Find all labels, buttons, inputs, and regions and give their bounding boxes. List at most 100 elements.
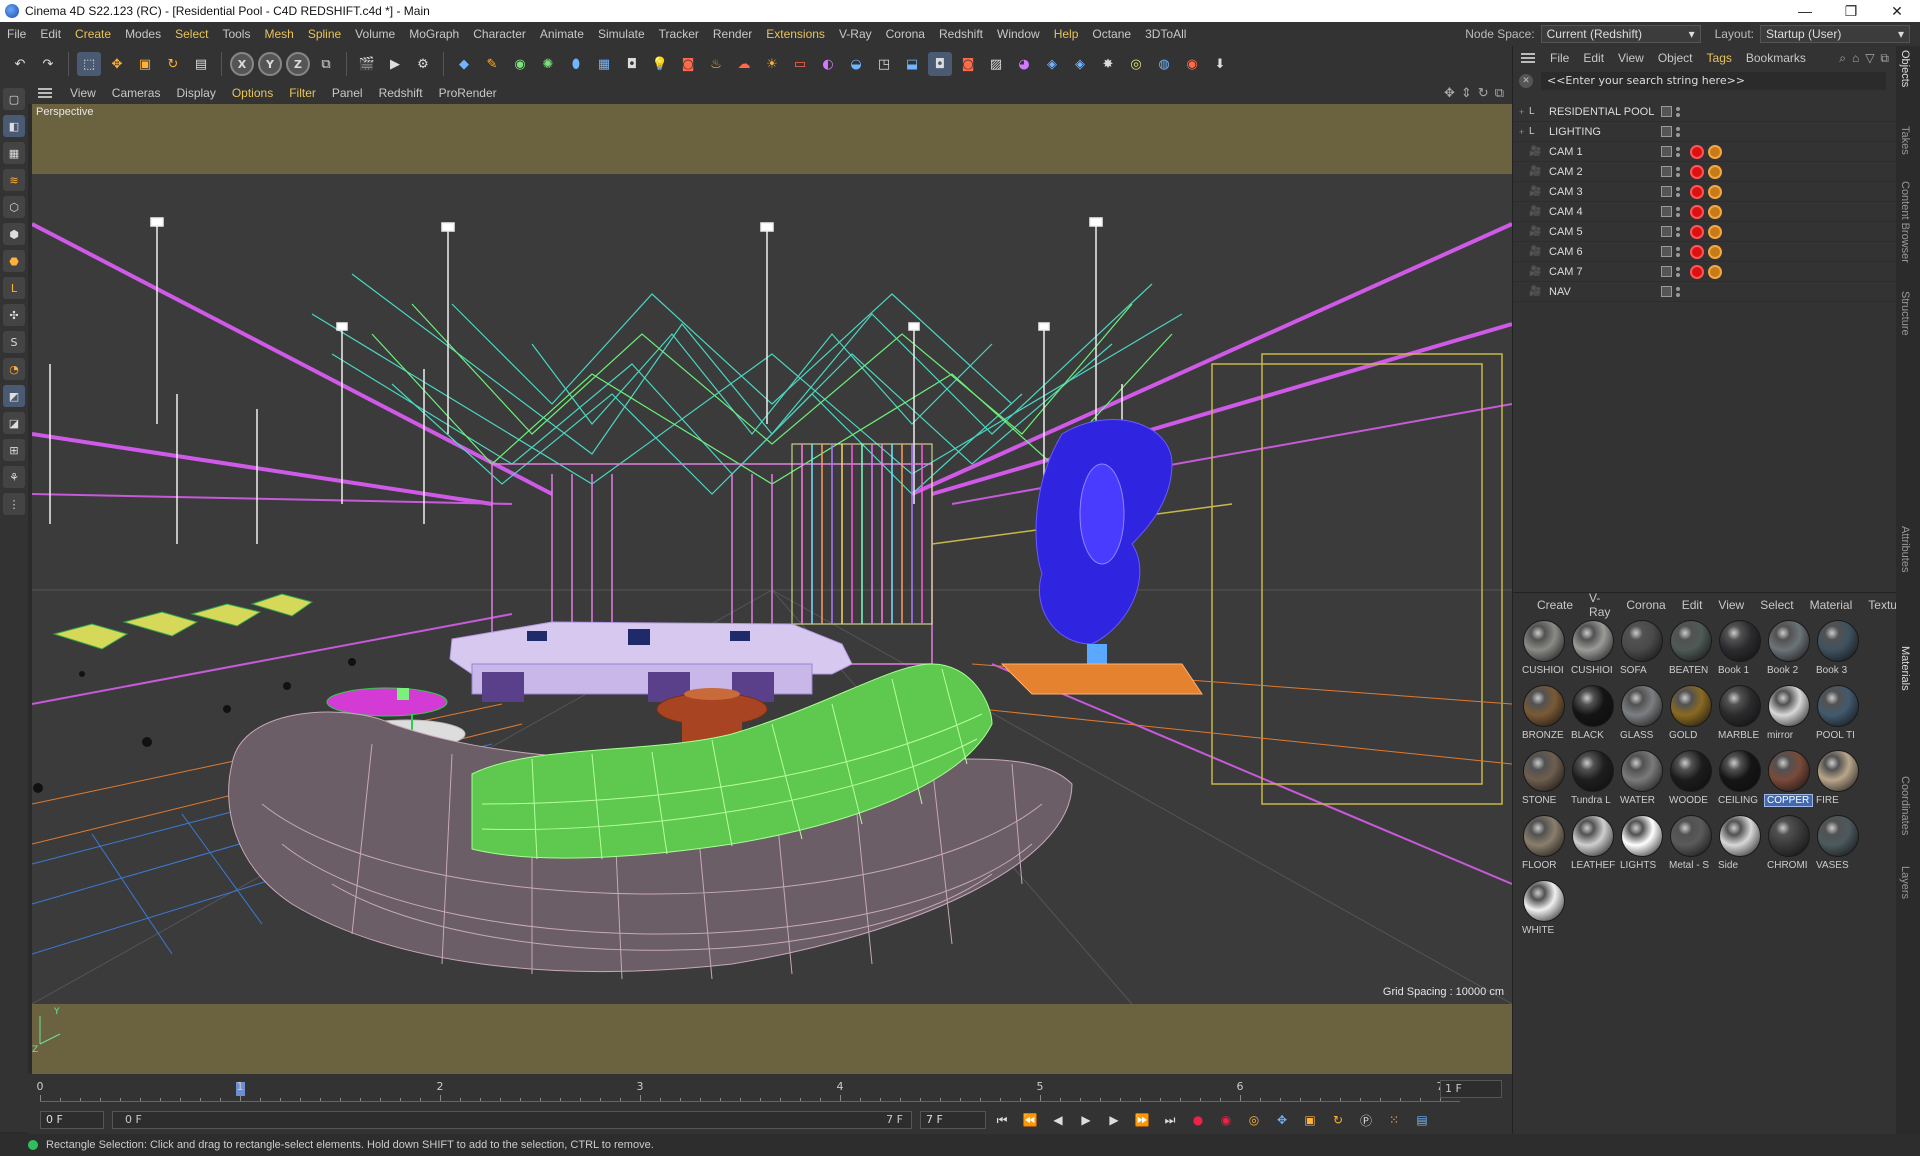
visibility-dots-icon[interactable] <box>1676 126 1682 137</box>
protection-tag-icon[interactable] <box>1708 164 1722 179</box>
mm-menu-create[interactable]: Create <box>1529 598 1581 612</box>
rig-icon[interactable]: ⋮ <box>3 493 25 515</box>
octane-render-icon[interactable]: ◎ <box>1124 52 1148 76</box>
material-swatch[interactable]: POOL TI <box>1813 683 1862 748</box>
side-tab-layers[interactable]: Layers <box>1899 866 1911 899</box>
octane-material-icon[interactable]: ✸ <box>1096 52 1120 76</box>
object-row[interactable]: 🎥 CAM 5 <box>1513 222 1897 242</box>
om-menu-tags[interactable]: Tags <box>1700 51 1739 65</box>
visibility-dots-icon[interactable] <box>1676 186 1682 197</box>
material-swatch[interactable]: CEILING <box>1715 748 1764 813</box>
material-swatch[interactable]: CUSHIOI <box>1519 618 1568 683</box>
object-name[interactable]: LIGHTING <box>1549 126 1659 138</box>
y-axis-lock-icon[interactable]: Y <box>258 52 282 76</box>
next-frame-icon[interactable]: ▶ <box>1102 1109 1126 1131</box>
layer-checkbox[interactable] <box>1661 286 1672 297</box>
menu-window[interactable]: Window <box>990 27 1047 41</box>
side-tab-content-browser[interactable]: Content Browser <box>1899 181 1911 263</box>
redshift-area-light-icon[interactable]: ▭ <box>788 52 812 76</box>
material-swatch[interactable]: BLACK <box>1568 683 1617 748</box>
next-key-icon[interactable]: ⏩ <box>1130 1109 1154 1131</box>
redshift-snapshot-icon[interactable]: ◙ <box>956 52 980 76</box>
redshift-sun-icon[interactable]: ☀ <box>760 52 784 76</box>
object-row[interactable]: + L RESIDENTIAL POOL <box>1513 102 1897 122</box>
move-tool-icon[interactable]: ✥ <box>105 52 129 76</box>
side-tab-attributes[interactable]: Attributes <box>1899 526 1911 572</box>
octane-settings-icon[interactable]: ◈ <box>1068 52 1092 76</box>
visibility-dots-icon[interactable] <box>1676 166 1682 177</box>
material-swatch[interactable]: SOFA <box>1617 618 1666 683</box>
workplane-icon[interactable]: ≋ <box>3 169 25 191</box>
object-name[interactable]: CAM 5 <box>1549 226 1659 238</box>
tweak-mode-icon[interactable]: ✣ <box>3 304 25 326</box>
end-frame-field[interactable]: 7 F <box>920 1111 986 1129</box>
home-icon[interactable]: ⌂ <box>1852 51 1859 66</box>
material-swatch[interactable]: COPPER <box>1764 748 1813 813</box>
layer-checkbox[interactable] <box>1661 186 1672 197</box>
object-name[interactable]: NAV <box>1549 286 1659 298</box>
viewport-menu-filter[interactable]: Filter <box>281 86 324 100</box>
material-swatch[interactable]: Side <box>1715 813 1764 878</box>
material-swatch[interactable]: LEATHEF <box>1568 813 1617 878</box>
solo-icon[interactable]: ◪ <box>3 412 25 434</box>
viewport-menu-prorender[interactable]: ProRender <box>431 86 505 100</box>
menu-tracker[interactable]: Tracker <box>652 27 706 41</box>
corona-render-icon[interactable]: ◉ <box>1180 52 1204 76</box>
object-row[interactable]: 🎥 CAM 1 <box>1513 142 1897 162</box>
viewport-menu-display[interactable]: Display <box>168 86 223 100</box>
key-parameter-icon[interactable]: Ⓟ <box>1354 1109 1378 1131</box>
material-swatch[interactable]: LIGHTS <box>1617 813 1666 878</box>
paint-icon[interactable]: ◔ <box>3 358 25 380</box>
layer-checkbox[interactable] <box>1661 166 1672 177</box>
object-name[interactable]: CAM 7 <box>1549 266 1659 278</box>
new-view-icon[interactable]: ⧉ <box>1880 51 1889 66</box>
om-menu-view[interactable]: View <box>1611 51 1651 65</box>
close-button[interactable]: ✕ <box>1874 3 1920 20</box>
timeline[interactable]: 01234567 1 F <box>28 1074 1512 1106</box>
grid-icon[interactable]: ⊞ <box>3 439 25 461</box>
orbit-icon[interactable]: ↻ <box>1478 85 1489 101</box>
protection-tag-icon[interactable] <box>1708 244 1722 259</box>
menu-tools[interactable]: Tools <box>215 27 257 41</box>
hamburger-menu-icon[interactable] <box>1521 53 1535 63</box>
menu-simulate[interactable]: Simulate <box>591 27 652 41</box>
menu-mograph[interactable]: MoGraph <box>402 27 466 41</box>
polygons-mode-icon[interactable]: ⬣ <box>3 250 25 272</box>
material-swatch[interactable]: MARBLE <box>1715 683 1764 748</box>
key-rotation-icon[interactable]: ↻ <box>1326 1109 1350 1131</box>
menu-3dtoall[interactable]: 3DToAll <box>1138 27 1193 41</box>
protection-tag-icon[interactable] <box>1708 204 1722 219</box>
cube-icon[interactable]: ◆ <box>452 52 476 76</box>
layer-checkbox[interactable] <box>1661 266 1672 277</box>
model-mode-icon[interactable]: ◧ <box>3 115 25 137</box>
subdivision-icon[interactable]: ◉ <box>508 52 532 76</box>
previous-frame-icon[interactable]: ◀ <box>1046 1109 1070 1131</box>
deformer-icon[interactable]: ⬮ <box>564 52 588 76</box>
frame-range-slider[interactable]: 0 F 7 F <box>112 1111 912 1129</box>
expand-icon[interactable]: + <box>1519 127 1529 137</box>
texture-mode-icon[interactable]: ▦ <box>3 142 25 164</box>
redshift-tag-icon[interactable] <box>1690 164 1704 179</box>
menu-vray[interactable]: V-Ray <box>832 27 879 41</box>
viewport-camera-label[interactable]: Perspective <box>36 106 93 118</box>
viewport-menu-view[interactable]: View <box>62 86 104 100</box>
floor-icon[interactable]: ▦ <box>592 52 616 76</box>
expand-icon[interactable]: + <box>1519 107 1529 117</box>
menu-extensions[interactable]: Extensions <box>759 27 832 41</box>
om-menu-bookmarks[interactable]: Bookmarks <box>1739 51 1813 65</box>
object-search-input[interactable]: <<Enter your search string here>> <box>1541 72 1886 90</box>
object-name[interactable]: RESIDENTIAL POOL <box>1549 106 1659 118</box>
layer-checkbox[interactable] <box>1661 246 1672 257</box>
material-swatch[interactable]: GOLD <box>1666 683 1715 748</box>
hamburger-menu-icon[interactable] <box>38 88 52 98</box>
redshift-tag-icon[interactable] <box>1690 204 1704 219</box>
mm-menu-edit[interactable]: Edit <box>1674 598 1711 612</box>
material-swatch[interactable]: FIRE <box>1813 748 1862 813</box>
object-name[interactable]: CAM 1 <box>1549 146 1659 158</box>
object-row[interactable]: 🎥 NAV <box>1513 282 1897 302</box>
axis-mode-icon[interactable]: L <box>3 277 25 299</box>
layer-checkbox[interactable] <box>1661 226 1672 237</box>
autokey-icon[interactable]: ◉ <box>1214 1109 1238 1131</box>
minimize-button[interactable]: — <box>1782 3 1828 20</box>
visibility-dots-icon[interactable] <box>1676 226 1682 237</box>
